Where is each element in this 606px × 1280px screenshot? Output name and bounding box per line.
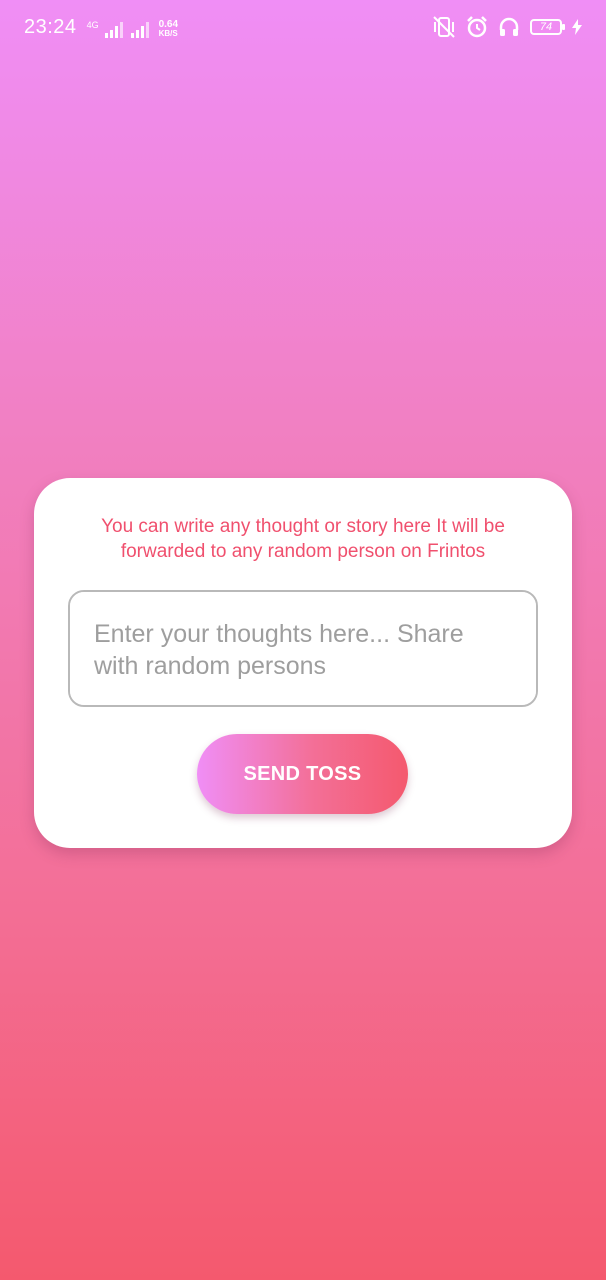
status-bar: 23:24 4G 0.64 KB/S 74 xyxy=(0,0,606,60)
thought-input[interactable] xyxy=(68,590,538,707)
toss-card: You can write any thought or story here … xyxy=(34,478,572,848)
speed-value: 0.64 xyxy=(158,18,179,30)
network-speed: 0.64 KB/S xyxy=(158,18,179,38)
battery-level: 74 xyxy=(539,21,553,33)
vibrate-icon xyxy=(433,16,455,38)
charging-icon xyxy=(572,19,582,35)
status-left: 23:24 4G 0.64 KB/S xyxy=(24,16,178,39)
battery-icon: 74 xyxy=(530,19,565,35)
network-type-label: 4G xyxy=(86,19,99,30)
alarm-icon xyxy=(467,16,487,38)
signal-icon xyxy=(104,21,123,38)
clock: 23:24 xyxy=(24,16,77,38)
info-text: You can write any thought or story here … xyxy=(101,516,505,562)
signal-icon xyxy=(130,21,149,38)
headphones-icon xyxy=(499,17,519,36)
send-toss-button[interactable]: SEND TOSS xyxy=(197,734,408,814)
network-group: 4G 0.64 KB/S xyxy=(87,18,178,38)
speed-unit: KB/S xyxy=(158,28,178,38)
status-right: 74 xyxy=(432,16,582,38)
